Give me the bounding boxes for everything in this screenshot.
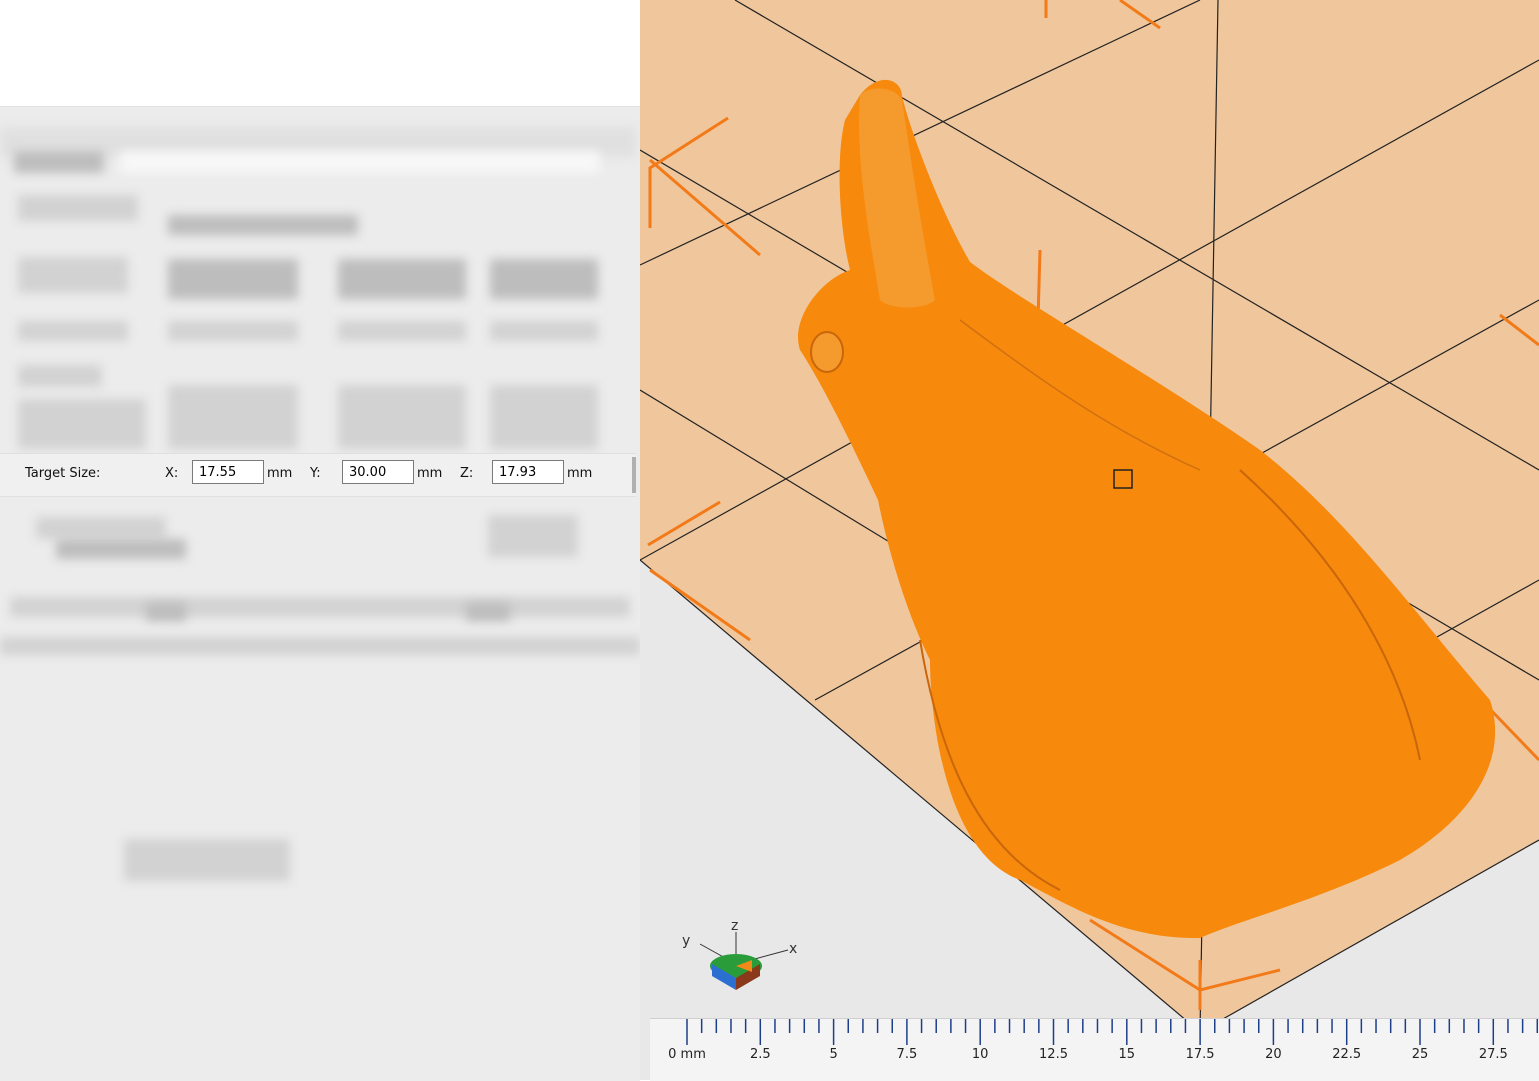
y-label: Y: xyxy=(310,466,321,481)
ruler-label: 2.5 xyxy=(749,1047,771,1062)
y-axis-label: y xyxy=(682,933,691,949)
3d-viewport[interactable]: y z x xyxy=(640,0,1539,1080)
ruler-label: 27.5 xyxy=(1478,1047,1508,1062)
blurred-field xyxy=(490,259,598,299)
blurred-label xyxy=(56,539,186,559)
ruler-label: 7.5 xyxy=(896,1047,918,1062)
blurred-field xyxy=(338,321,466,341)
blurred-field xyxy=(338,385,466,449)
blurred-title-bar xyxy=(120,151,600,173)
blurred-field xyxy=(490,321,598,341)
ruler-label: 17.5 xyxy=(1185,1047,1215,1062)
blurred-label xyxy=(18,365,102,387)
blurred-tab[interactable] xyxy=(146,603,186,621)
blurred-button[interactable] xyxy=(488,515,578,557)
scene xyxy=(640,0,1539,1033)
blurred-divider xyxy=(10,597,630,617)
ruler-label: 22.5 xyxy=(1332,1047,1362,1062)
left-panel: Target Size: X: mm Y: mm Z: mm xyxy=(0,0,640,1081)
blurred-label xyxy=(36,517,166,539)
ruler-label: 12.5 xyxy=(1039,1047,1068,1062)
target-y-input[interactable] xyxy=(342,460,414,484)
blurred-field xyxy=(168,321,298,341)
z-unit: mm xyxy=(567,466,593,481)
blurred-label xyxy=(18,321,128,341)
ruler-label: 0 mm xyxy=(668,1047,706,1062)
target-size-label: Target Size: xyxy=(25,466,101,481)
z-label: Z: xyxy=(460,466,474,481)
blurred-label xyxy=(18,257,128,293)
target-size-row: Target Size: X: mm Y: mm Z: mm xyxy=(0,453,636,497)
target-x-input[interactable] xyxy=(192,460,264,484)
blurred-field xyxy=(490,385,598,449)
target-z-input[interactable] xyxy=(492,460,564,484)
ruler-label: 20 xyxy=(1265,1047,1282,1062)
blurred-label xyxy=(18,399,146,449)
z-axis-label: z xyxy=(731,918,739,934)
axis-gizmo[interactable] xyxy=(699,932,789,990)
blurred-status xyxy=(124,839,290,881)
scale-dialog: Target Size: X: mm Y: mm Z: mm xyxy=(0,106,640,1081)
blurred-title xyxy=(14,151,104,173)
ruler-label: 25 xyxy=(1411,1047,1429,1062)
blurred-field xyxy=(338,259,466,299)
blurred-label xyxy=(18,195,138,221)
blurred-value xyxy=(168,215,358,235)
blurred-tab[interactable] xyxy=(466,603,510,621)
ruler-label: 10 xyxy=(971,1047,989,1062)
ruler-label: 15 xyxy=(1118,1047,1136,1062)
blurred-field xyxy=(168,259,298,299)
x-label: X: xyxy=(165,466,179,481)
x-axis-label: x xyxy=(789,941,798,957)
ruler-label: 5 xyxy=(829,1047,838,1062)
blurred-field xyxy=(168,385,298,449)
scrollbar[interactable] xyxy=(632,457,636,493)
blurred-separator xyxy=(0,637,640,655)
ruler: 0 mm 2.5 5 7.5 10 12.5 15 17.5 20 22.5 25 27.5 xyxy=(650,1018,1539,1081)
y-unit: mm xyxy=(417,466,443,481)
ruler-ticks xyxy=(686,1019,1539,1045)
x-unit: mm xyxy=(267,466,293,481)
